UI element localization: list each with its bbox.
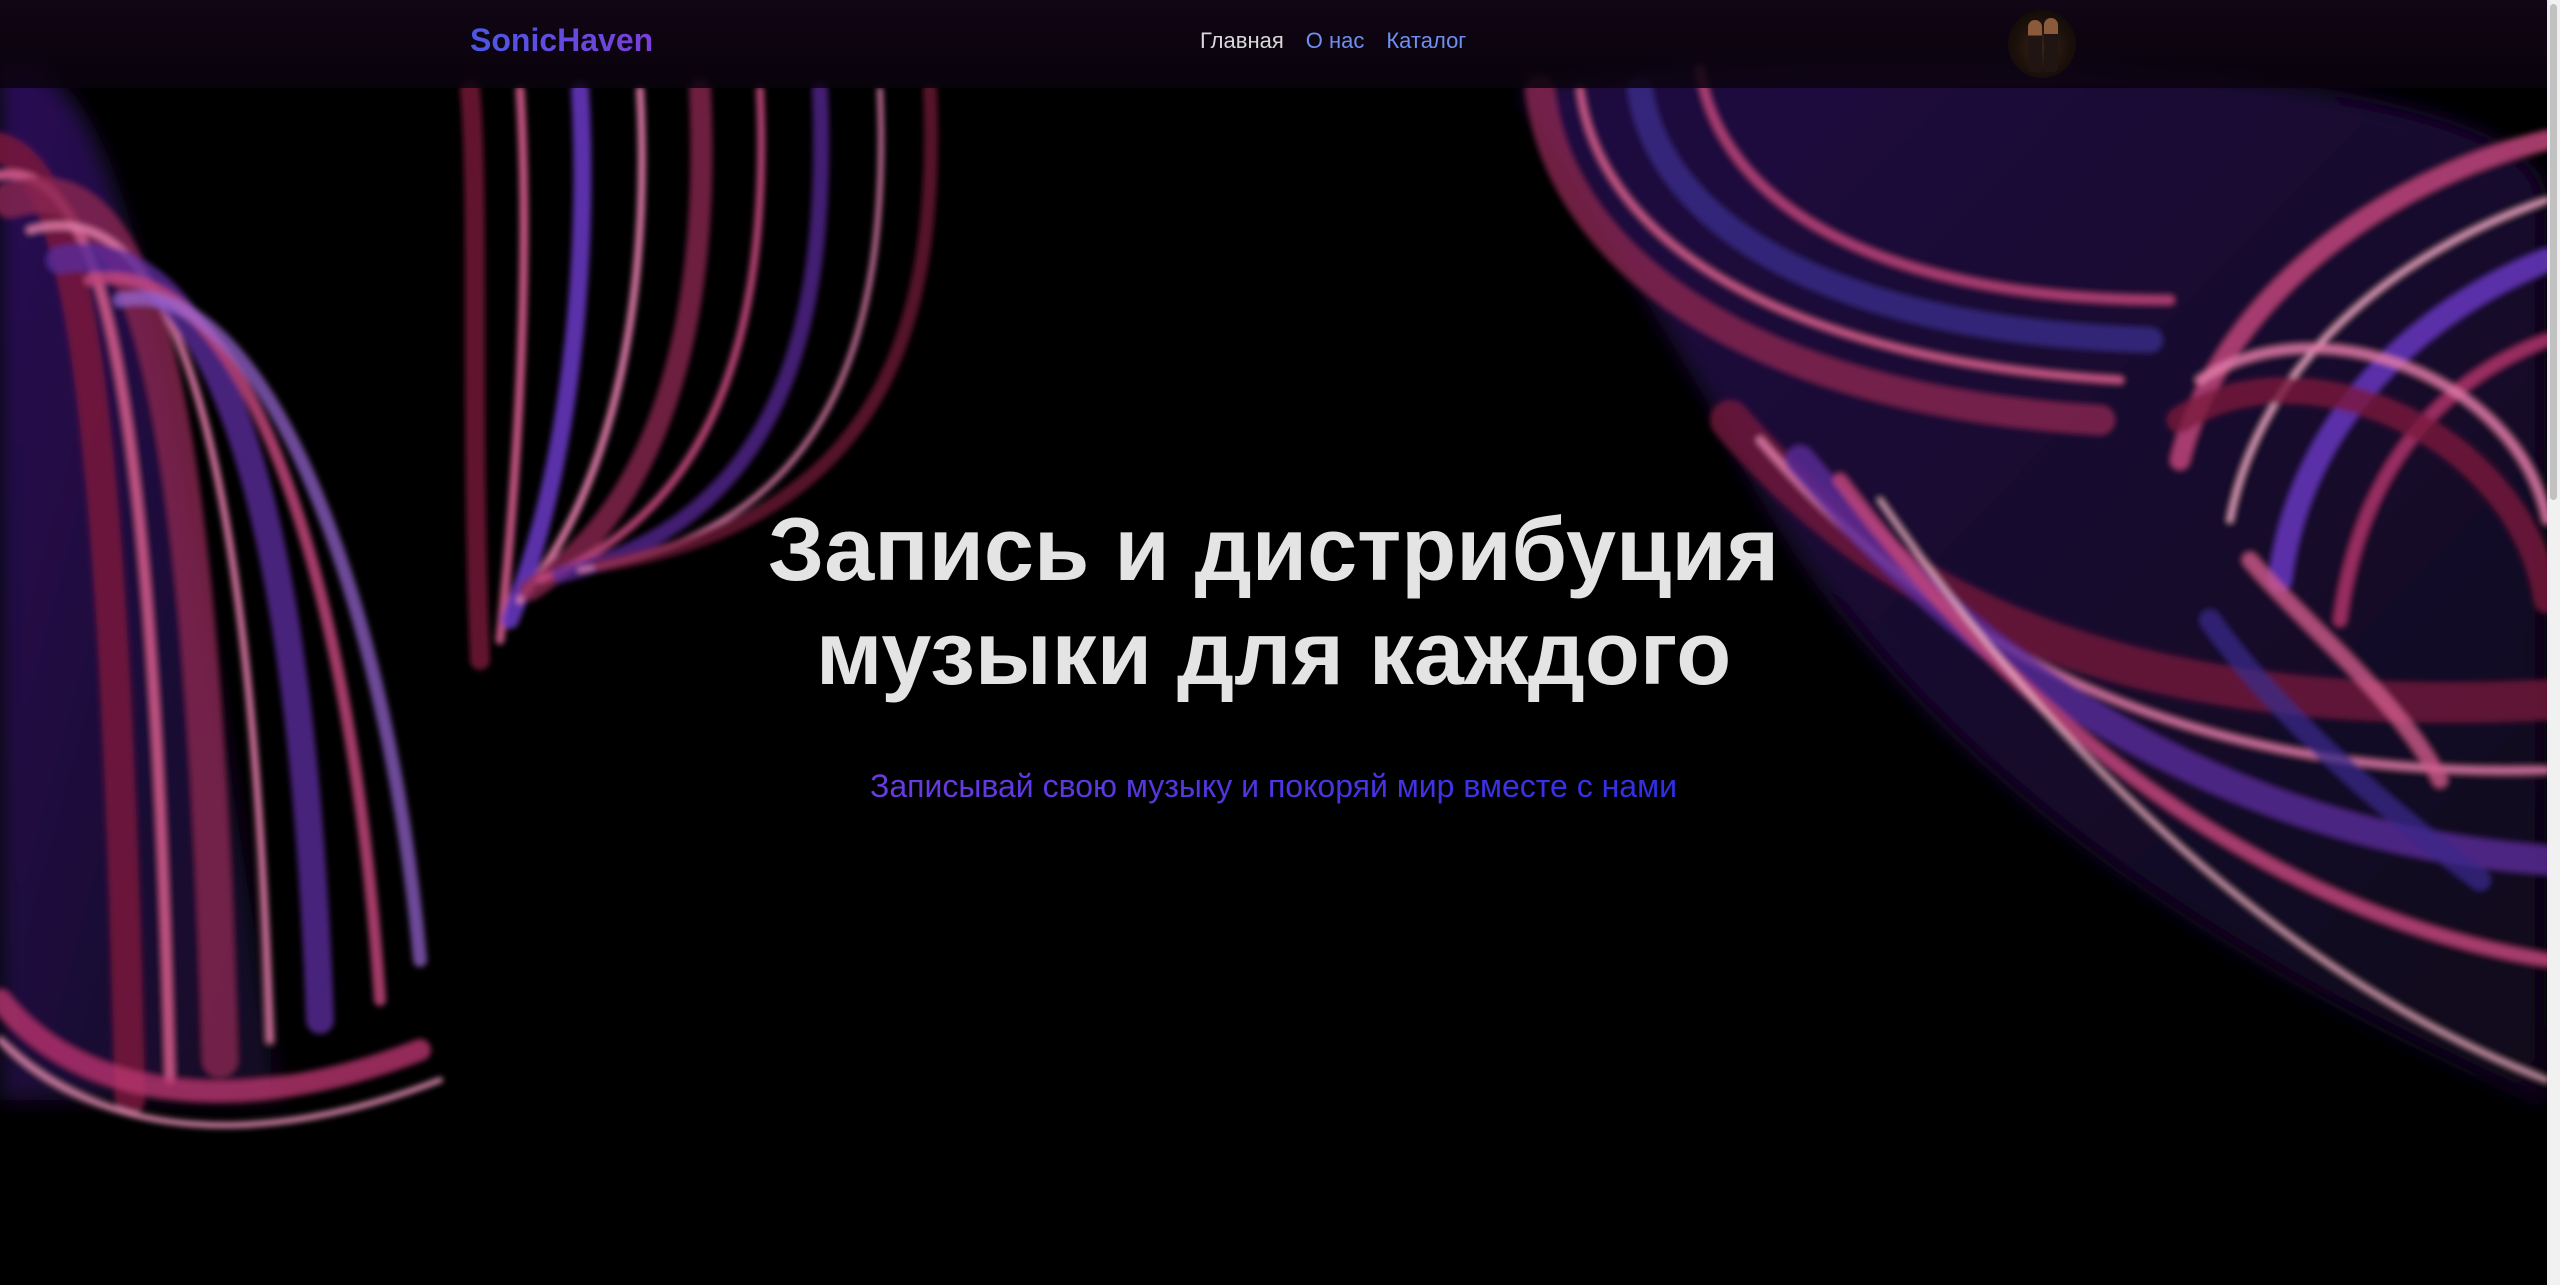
- hero-subtitle-text: Записывай свою музыку и покоряй мир вмес…: [870, 768, 1677, 804]
- hero-subtitle: Записывай свою музыку и покоряй мир вмес…: [0, 768, 2547, 805]
- user-avatar[interactable]: [2008, 10, 2076, 78]
- avatar-figure-left: [2028, 20, 2042, 72]
- main-nav: Главная О нас Каталог: [1200, 28, 1466, 54]
- brand-logo[interactable]: SonicHaven: [470, 22, 653, 59]
- hero-title-line-2: музыки для каждого: [815, 604, 1732, 704]
- page-scrollbar[interactable]: [2547, 0, 2560, 1285]
- hero-title-line-1: Запись и дистрибуция: [767, 500, 1780, 600]
- scrollbar-thumb[interactable]: [2550, 4, 2557, 500]
- nav-link-home[interactable]: Главная: [1200, 28, 1284, 54]
- avatar-figure-right: [2044, 18, 2058, 72]
- top-navbar: SonicHaven Главная О нас Каталог: [0, 0, 2547, 88]
- nav-link-catalog[interactable]: Каталог: [1386, 28, 1466, 54]
- nav-link-about[interactable]: О нас: [1306, 28, 1365, 54]
- page: SonicHaven Главная О нас Каталог Запись …: [0, 0, 2560, 1285]
- hero-title: Запись и дистрибуция музыки для каждого: [0, 498, 2547, 706]
